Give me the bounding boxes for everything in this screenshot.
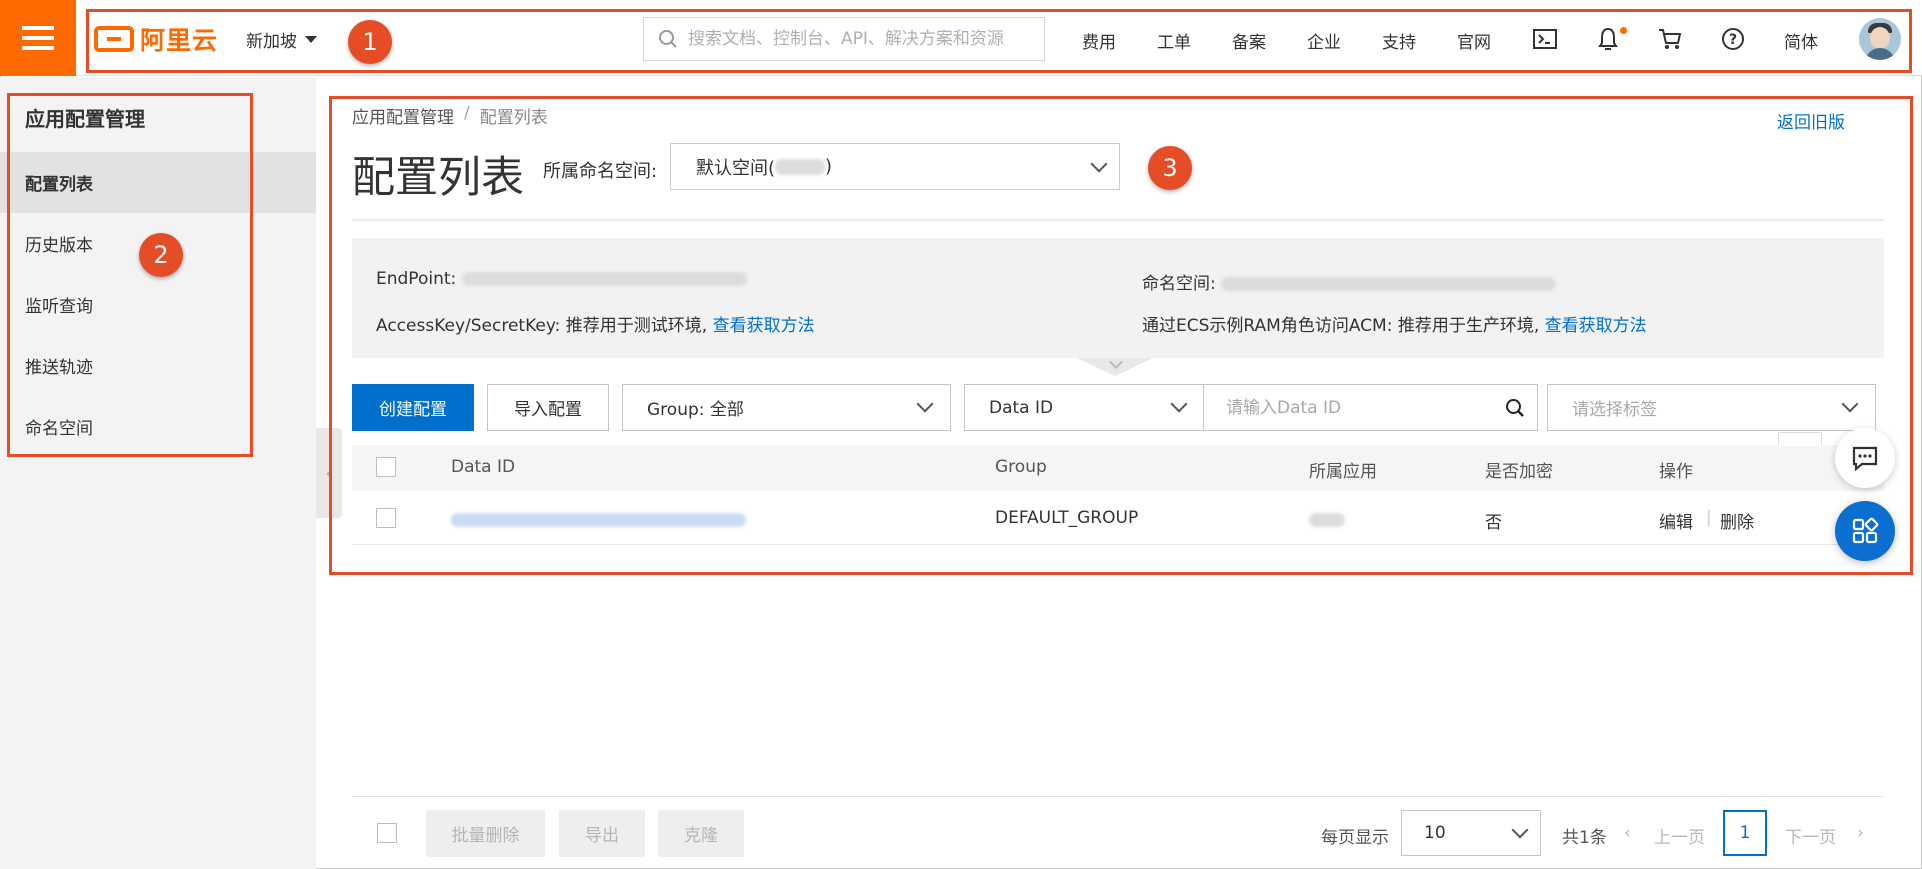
prev-page-button[interactable]: 上一页 [1654,823,1705,848]
menu-icon[interactable] [0,0,76,76]
annotation-box-sidebar [7,93,253,457]
page-size-value: 10 [1424,823,1446,843]
chevron-down-icon [1511,821,1529,839]
annotation-marker-1: 1 [348,20,392,64]
page-number-button[interactable]: 1 [1723,810,1767,856]
export-button[interactable]: 导出 [559,810,645,857]
total-count: 共1条 [1562,828,1607,848]
page-size-select[interactable]: 10 [1401,810,1541,856]
clone-button[interactable]: 克隆 [658,810,744,857]
annotation-box-main [329,96,1913,575]
next-page-button[interactable]: 下一页 [1785,823,1836,848]
annotation-marker-2: 2 [139,233,183,277]
footer-select-all-checkbox[interactable] [377,823,397,843]
chevron-left-icon: ‹ [1624,823,1631,843]
footer-divider [352,796,1884,797]
annotation-marker-3: 3 [1148,146,1192,190]
batch-delete-button[interactable]: 批量删除 [426,810,545,857]
page-size-label: 每页显示 [1321,828,1389,848]
chevron-right-icon: › [1857,823,1864,843]
